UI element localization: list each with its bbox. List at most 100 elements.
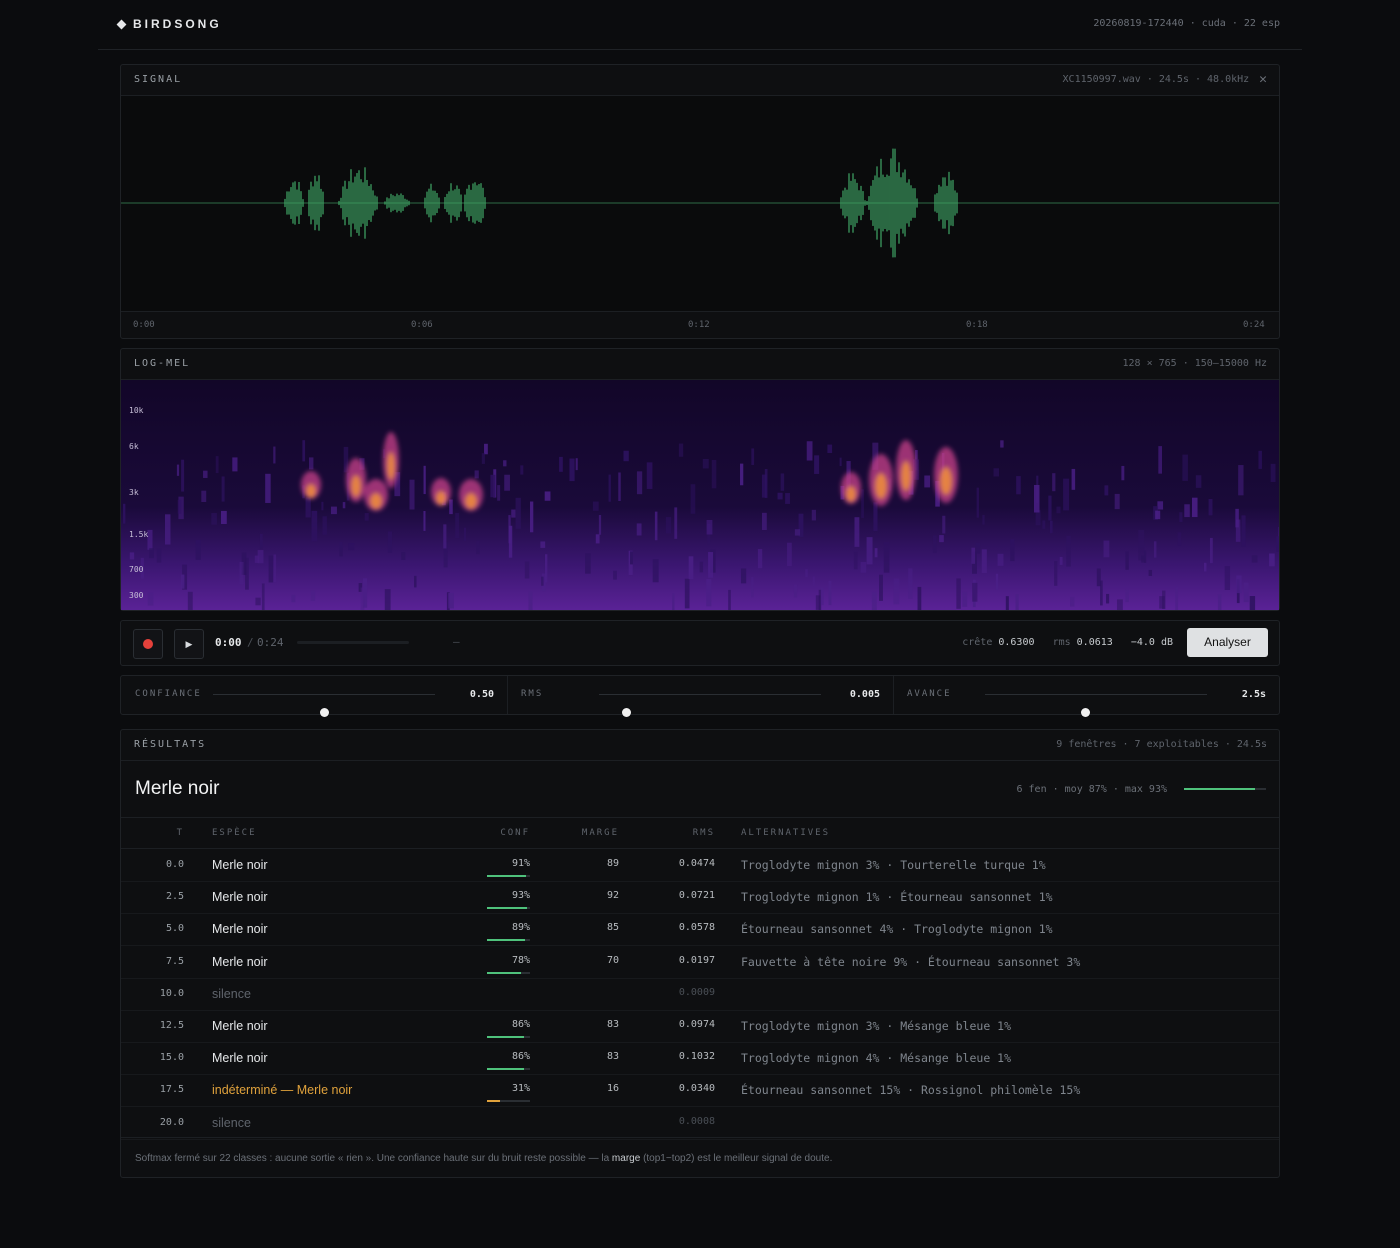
spectrogram-peak [306,484,316,498]
spectrogram-cell [646,462,653,489]
table-row[interactable]: 10.0 silence 0.0009 [121,978,1279,1011]
spectrogram-cell [1269,553,1275,567]
spectrogram-cell [524,561,530,579]
advance-slider[interactable] [985,694,1207,717]
slider-knob[interactable] [621,708,631,717]
table-row[interactable]: 20.0 silence 0.0008 [121,1107,1279,1140]
row-species: indéterminé — Merle noir [212,1083,353,1098]
row-species: Merle noir [212,954,268,969]
record-button[interactable] [133,629,163,659]
table-row[interactable]: 17.5 indéterminé — Merle noir 31% 16 0.0340 É… [121,1074,1279,1108]
close-icon[interactable]: ✕ [1259,73,1267,86]
spectrogram-cell [1203,562,1207,572]
record-icon [143,639,153,649]
spectrogram-cell [443,524,447,549]
table-row[interactable]: 12.5 Merle noir 86% 83 0.0974 Troglodyte mign… [121,1010,1279,1043]
spectrogram-cell [1238,465,1244,496]
row-confidence: 86% [511,1019,530,1030]
file-meta: XC1150997.wav · 24.5s · 48.0kHz [1062,74,1250,85]
row-time: 10.0 [159,987,184,999]
confidence-slider[interactable] [213,694,435,717]
spectrogram-cell [1059,556,1063,565]
spectrogram-cell [1191,497,1198,518]
analyze-button[interactable]: Analyser [1187,628,1268,657]
spectrogram-cell [484,443,488,455]
spectrogram-cell [1104,485,1109,496]
table-row[interactable]: 0.0 Merle noir 91% 89 0.0474 Troglodyte migno… [121,849,1279,882]
spectrogram-cell [688,556,694,580]
spectrogram-cell [972,582,978,602]
current-time: 0:00 [215,636,242,649]
row-time: 20.0 [159,1116,184,1128]
row-species: Merle noir [212,1019,268,1033]
spectrogram-peak [465,493,477,509]
footnote-emphasis: marge [611,1153,641,1164]
spectrogram-cell [569,458,575,482]
spectrogram-cell [678,443,684,457]
table-row[interactable]: 2.5 Merle noir 93% 92 0.0721 Troglodyte migno… [121,881,1279,915]
confidence-bar-fill [487,1068,524,1071]
playback-progress[interactable] [297,641,409,644]
spectrogram-cell [592,501,599,511]
spectrogram-cell [873,502,878,532]
row-confidence: 86% [511,1051,530,1063]
confidence-bar [487,875,530,877]
spectrogram-cell [187,591,193,610]
rms-slider[interactable] [599,694,821,717]
slider-knob[interactable] [320,708,329,717]
slider-knob[interactable] [1080,708,1090,717]
spectrogram-cell [708,552,714,578]
spectrogram-cell [221,476,225,502]
species-summary: 6 fen · moy 87% · max 93% [1016,784,1167,795]
spectrogram-cell [490,474,496,498]
spectrogram-cell [1054,561,1058,586]
spectrogram-cell [815,595,821,610]
row-confidence: 91% [511,858,530,869]
spectrogram-cell [866,537,873,565]
param-confidence: CONFIANCE 0.50 [121,676,508,717]
spectrogram-cell [1071,468,1076,490]
spectrogram-cell [828,580,832,606]
row-alternatives: Troglodyte mignon 1% · Étourneau sansonn… [741,890,1053,905]
row-time: 17.5 [159,1084,184,1096]
param-value: 2.5s [1241,689,1266,700]
spectrogram-cell [1049,520,1053,534]
spectrogram-cell [239,561,244,585]
spectrogram-cell [129,552,135,560]
spectrogram-cell [1258,450,1262,469]
spectrogram-cell [414,575,417,588]
spectrogram-cell [1000,440,1004,448]
spectrogram-cell [854,517,860,547]
spectrogram-cell [1103,540,1110,558]
waveform[interactable] [121,96,1279,311]
spectrogram-cell [1016,476,1021,495]
spectrogram-cell [1209,537,1213,564]
table-row[interactable]: 7.5 Merle noir 78% 70 0.0197 Fauvette à tête … [121,946,1279,979]
spectrogram-cell [794,529,800,536]
spectrogram-cell [1179,512,1183,522]
spectrogram-cell [1195,475,1202,488]
summary-bar-fill [1184,788,1256,790]
time-tick: 0:24 [1243,320,1265,330]
table-row[interactable]: 15.0 Merle noir 86% 83 0.1032 Troglodyte mign… [121,1042,1279,1076]
brand: BIRDSONG [116,17,222,31]
spectrogram-cell [1208,498,1213,516]
spectrogram-cell [820,587,824,606]
confidence-bar-fill [487,939,526,942]
confidence-bar [487,1036,530,1038]
spectrogram-cell [623,450,629,462]
confidence-bar [487,907,530,910]
spectrogram-cell [839,457,842,467]
status-placeholder: — [453,635,460,648]
logmel-title: LOG-MEL [134,358,191,369]
params-bar: CONFIANCE 0.50 RMS 0.005 AVANCE 2.5s [120,675,1280,717]
spectrogram-cell [1052,473,1056,492]
spectrogram-cell [871,591,877,610]
footnote-text-end: (top1−top2) est le meilleur signal de do… [643,1153,833,1164]
play-button[interactable]: ▶ [174,629,204,659]
row-confidence: 89% [511,922,530,934]
spectrogram-cell [893,578,900,605]
row-species: Merle noir [212,890,268,905]
table-row[interactable]: 5.0 Merle noir 89% 85 0.0578 Étourneau sanson… [121,913,1279,947]
spectrogram-cell [1114,493,1120,510]
